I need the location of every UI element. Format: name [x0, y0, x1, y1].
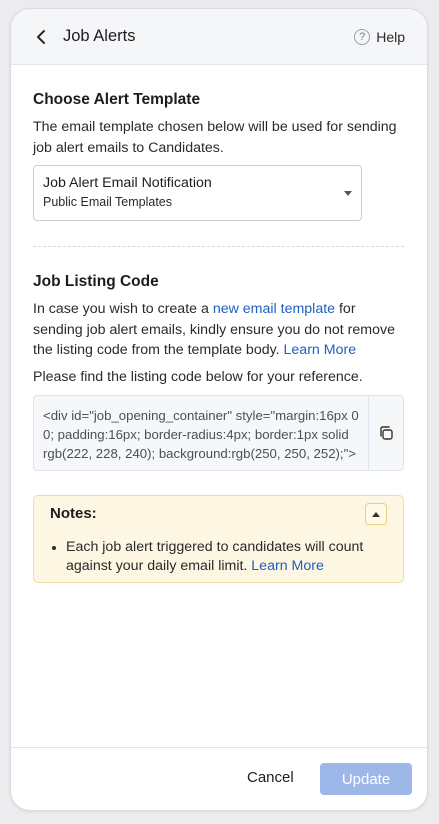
- update-button[interactable]: Update: [320, 763, 412, 795]
- listing-desc-prefix: In case you wish to create a: [33, 301, 213, 317]
- listing-code-box: <div id="job_opening_container" style="m…: [33, 395, 404, 471]
- panel-footer: Cancel Update: [11, 747, 427, 810]
- section-divider: [33, 246, 404, 247]
- chevron-left-icon: [37, 29, 45, 44]
- bullet-icon: [52, 546, 56, 550]
- template-heading: Choose Alert Template: [33, 91, 201, 108]
- help-link[interactable]: ? Help: [354, 28, 405, 45]
- page-title: Job Alerts: [63, 27, 136, 45]
- cancel-button[interactable]: Cancel: [247, 769, 294, 786]
- back-button[interactable]: [35, 29, 51, 45]
- listing-description: In case you wish to create a new email t…: [33, 299, 408, 361]
- template-select[interactable]: Job Alert Email Notification Public Emai…: [33, 165, 362, 221]
- notes-title: Notes:: [50, 505, 97, 522]
- template-select-value: Job Alert Email Notification: [43, 175, 212, 191]
- listing-code[interactable]: <div id="job_opening_container" style="m…: [34, 396, 370, 470]
- help-label: Help: [376, 28, 405, 45]
- job-alerts-panel: Job Alerts ? Help Choose Alert Template …: [10, 8, 428, 811]
- notes-box: Notes: Each job alert triggered to candi…: [33, 495, 404, 583]
- template-select-group: Public Email Templates: [43, 195, 172, 209]
- notes-list-item: Each job alert triggered to candidates w…: [52, 538, 381, 576]
- notes-learn-more-link[interactable]: Learn More: [251, 558, 324, 574]
- panel-header: Job Alerts ? Help: [11, 9, 427, 65]
- copy-icon: [380, 426, 393, 440]
- caret-up-icon: [372, 511, 380, 517]
- help-icon: ?: [354, 28, 371, 45]
- learn-more-link[interactable]: Learn More: [284, 342, 357, 358]
- new-email-template-link[interactable]: new email template: [213, 301, 335, 317]
- copy-button[interactable]: [368, 396, 403, 470]
- template-description: The email template chosen below will be …: [33, 119, 397, 156]
- reference-text: Please find the listing code below for y…: [33, 369, 363, 385]
- collapse-notes-button[interactable]: [365, 503, 387, 525]
- caret-down-icon: [344, 191, 352, 196]
- listing-heading: Job Listing Code: [33, 273, 159, 290]
